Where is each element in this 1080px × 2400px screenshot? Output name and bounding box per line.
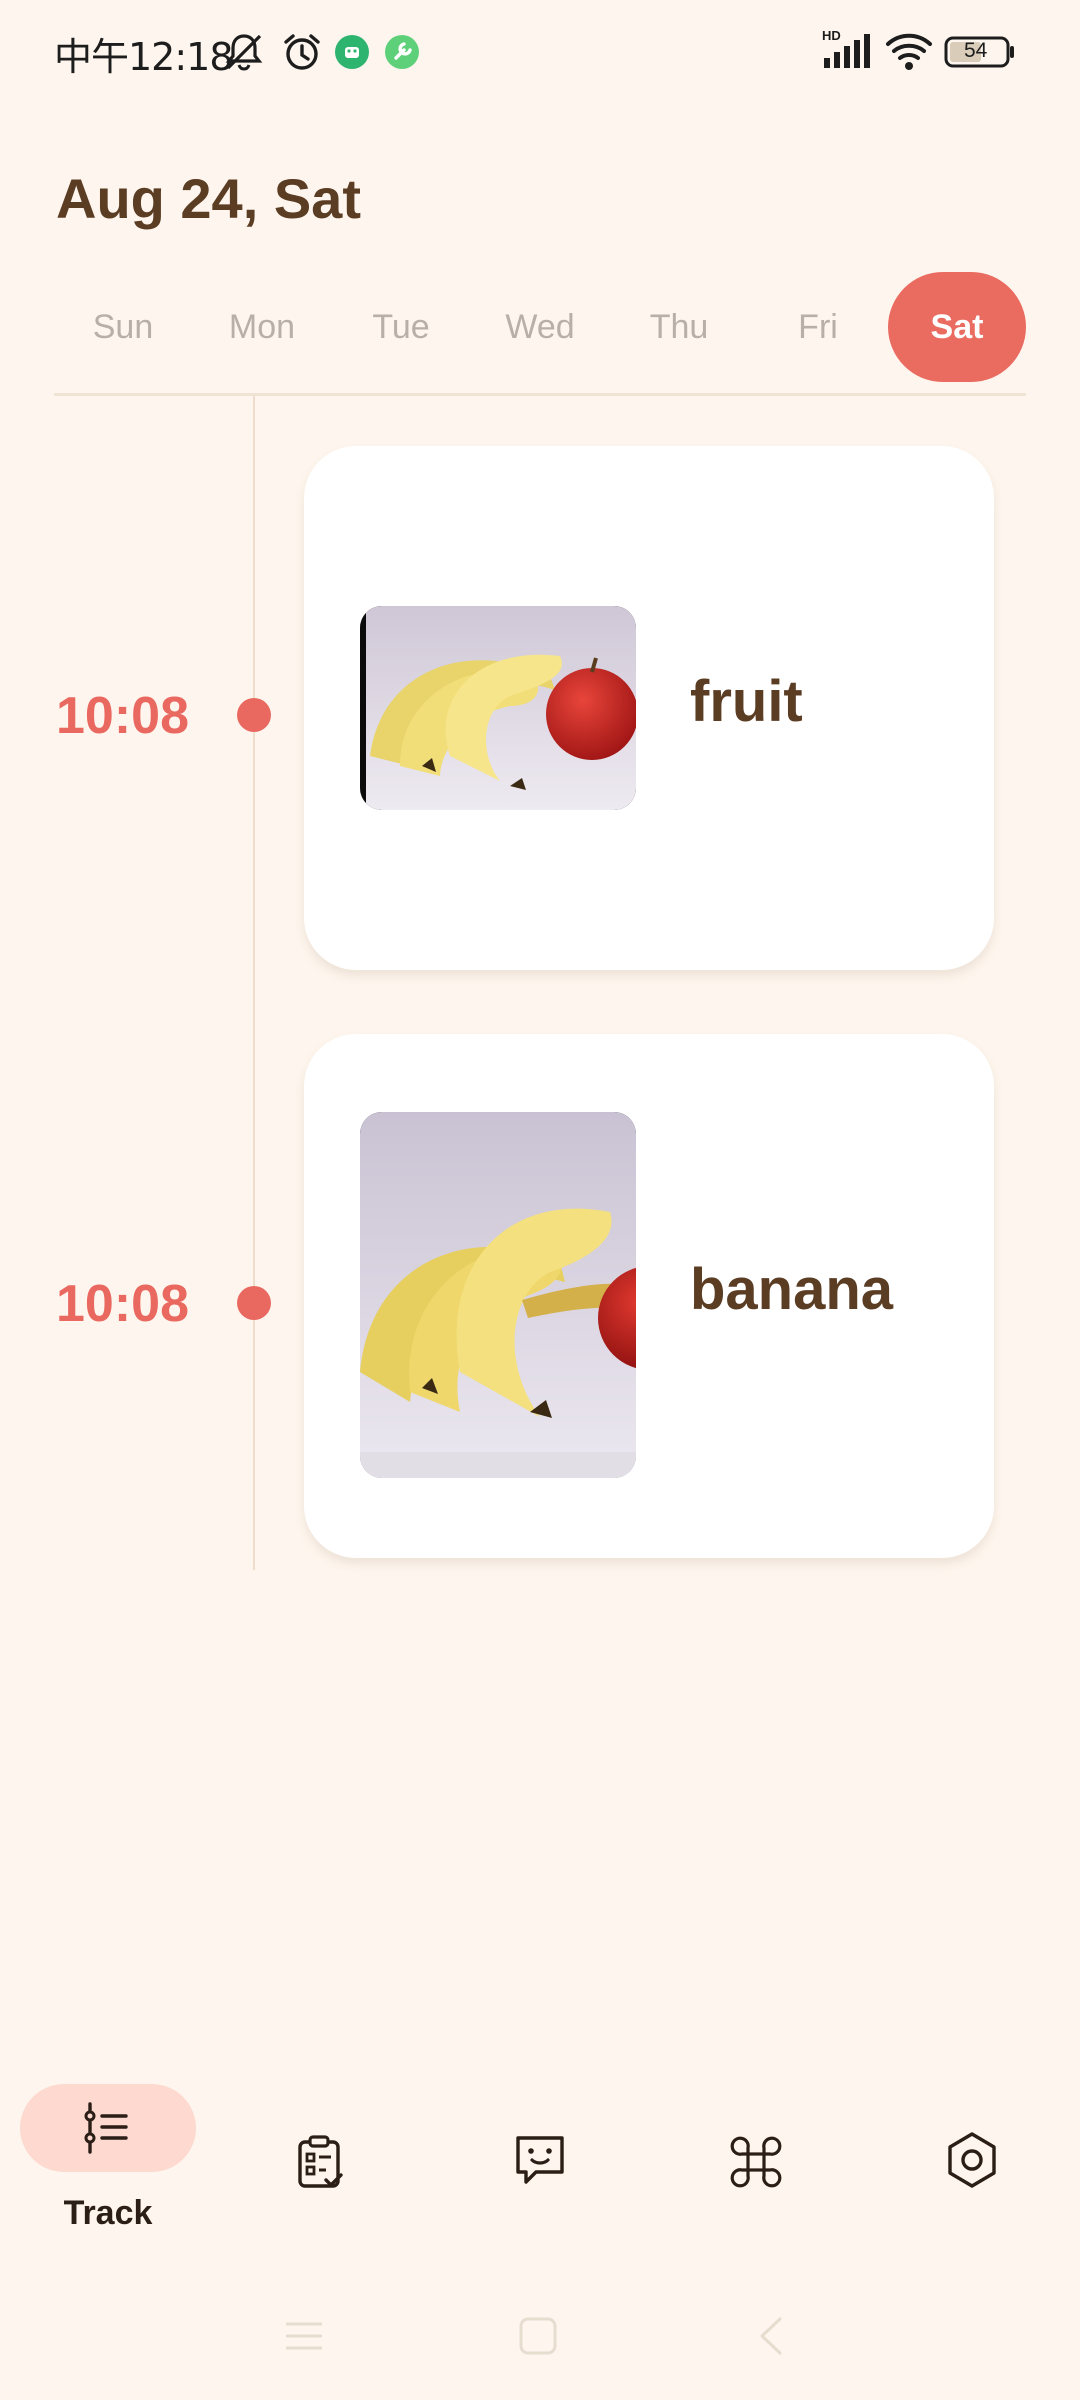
entry-time: 10:08 xyxy=(56,1275,189,1333)
bananas-and-apple-photo xyxy=(360,1112,636,1478)
entry-time: 10:08 xyxy=(56,687,189,745)
entry-card[interactable]: banana xyxy=(304,1034,994,1558)
back-icon[interactable] xyxy=(750,2314,794,2362)
divider xyxy=(54,393,1026,396)
page-title: Aug 24, Sat xyxy=(56,167,361,230)
signal-icon: HD xyxy=(820,28,874,74)
notifications-off-icon xyxy=(222,30,266,74)
home-icon[interactable] xyxy=(516,2314,560,2362)
command-icon xyxy=(726,2132,786,2192)
nav-settings[interactable] xyxy=(882,2070,1062,2270)
day-tue[interactable]: Tue xyxy=(332,272,470,382)
bottom-nav: Track xyxy=(0,2070,1080,2270)
nav-checklist[interactable] xyxy=(234,2070,414,2270)
entry-card[interactable]: fruit xyxy=(304,446,994,970)
week-strip: Sun Mon Tue Wed Thu Fri Sat xyxy=(54,272,1028,382)
screen: 中午12:18 HD 54 Aug 24, Sat Sun Mon Tue We… xyxy=(0,0,1080,2400)
day-wed[interactable]: Wed xyxy=(471,272,609,382)
entry-label: fruit xyxy=(690,669,803,734)
timeline-line xyxy=(253,396,255,1570)
battery-icon: 54 xyxy=(944,32,1016,76)
bananas-and-apple-photo xyxy=(360,606,636,810)
tool-notification-icon xyxy=(384,34,420,78)
checklist-icon xyxy=(290,2132,350,2192)
settings-hexagon-icon xyxy=(942,2130,1002,2190)
status-time: 中午12:18 xyxy=(54,35,234,79)
day-fri[interactable]: Fri xyxy=(749,272,887,382)
wifi-icon xyxy=(884,30,934,74)
day-mon[interactable]: Mon xyxy=(193,272,331,382)
nav-track-label: Track xyxy=(63,2194,153,2232)
day-sun[interactable]: Sun xyxy=(54,272,192,382)
nav-chat[interactable] xyxy=(450,2070,630,2270)
status-bar: 中午12:18 HD 54 xyxy=(0,0,1080,104)
nav-more[interactable] xyxy=(666,2070,846,2270)
day-sat-selected[interactable]: Sat xyxy=(888,272,1026,382)
alarm-icon xyxy=(280,30,324,74)
day-thu[interactable]: Thu xyxy=(610,272,748,382)
system-nav-bar xyxy=(0,2300,1080,2380)
track-list-icon xyxy=(78,2098,138,2158)
nav-track[interactable]: Track xyxy=(0,2070,216,2270)
timeline-dot xyxy=(237,1286,271,1320)
app-notification-icon xyxy=(334,34,370,78)
entry-label: banana xyxy=(690,1257,894,1322)
timeline-dot xyxy=(237,698,271,732)
battery-level: 54 xyxy=(964,39,988,62)
menu-icon[interactable] xyxy=(282,2314,326,2362)
chat-smile-icon xyxy=(510,2130,570,2190)
network-label: HD xyxy=(822,28,841,43)
